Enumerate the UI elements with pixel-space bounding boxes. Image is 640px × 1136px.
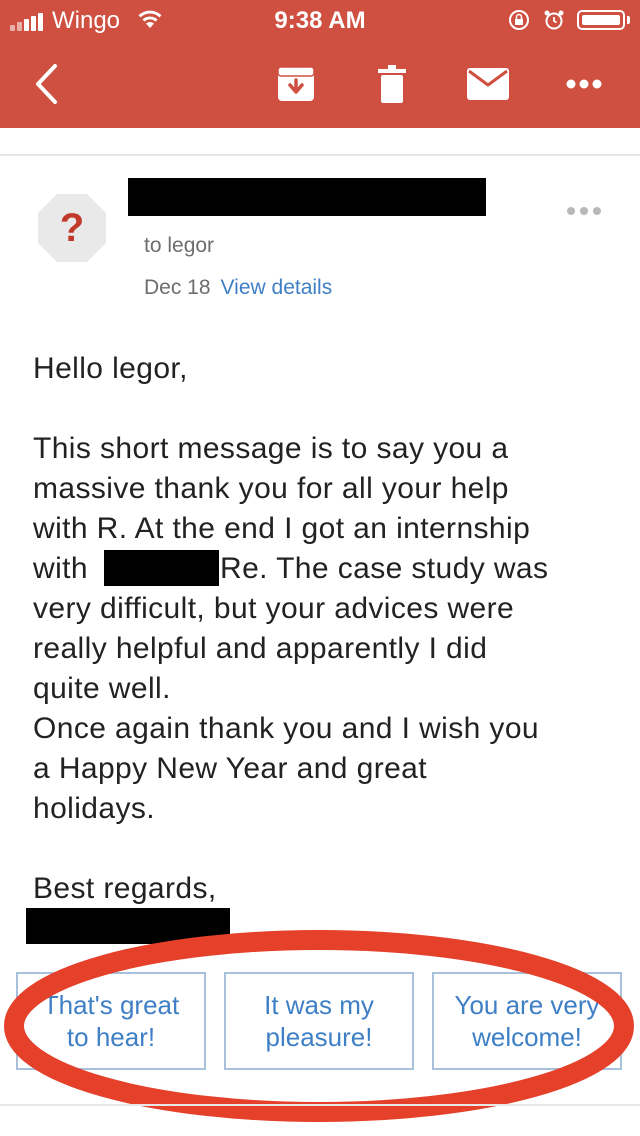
email-body-line: a Happy New Year and great (33, 752, 427, 785)
message-options-icon[interactable] (566, 204, 602, 218)
mail-icon (467, 68, 509, 100)
smart-reply-label: That's great to hear! (43, 989, 179, 1053)
svg-text:?: ? (60, 206, 84, 250)
smart-reply-line: That's great (42, 990, 180, 1020)
trash-icon (378, 65, 406, 103)
battery-tip (627, 16, 630, 24)
section-divider (0, 1104, 640, 1106)
status-bar: Wingo 9:38 AM (0, 0, 640, 40)
email-body-line: very difficult, but your advices were (33, 592, 515, 625)
alarm-icon (544, 10, 564, 30)
email-body-line: quite well. (33, 672, 171, 705)
archive-icon (277, 66, 315, 101)
orientation-lock-icon (509, 10, 529, 30)
archive-button[interactable] (274, 64, 318, 104)
section-divider (0, 154, 640, 156)
more-icon (566, 79, 602, 89)
email-body-line: with R. At the end I got an internship (33, 512, 531, 545)
message-date-row: Dec 18 View details (144, 276, 332, 300)
delete-button[interactable] (372, 64, 412, 104)
more-options-button[interactable] (562, 64, 606, 104)
smart-reply-button[interactable]: You are very welcome! (432, 972, 622, 1070)
email-body-line: Re. The case study was (220, 552, 549, 585)
smart-reply-button[interactable]: That's great to hear! (16, 972, 206, 1070)
email-greeting: Hello legor, (33, 352, 188, 385)
message-date: Dec 18 (144, 276, 211, 299)
smart-reply-button[interactable]: It was my pleasure! (224, 972, 414, 1070)
email-body-line: This short message is to say you a (33, 432, 509, 465)
email-body-line: massive thank you for all your help (33, 472, 509, 505)
smart-reply-line: pleasure! (265, 1022, 373, 1052)
unknown-sender-avatar-icon: ? (38, 194, 106, 262)
email-body-line: holidays. (33, 792, 156, 825)
smart-reply-line: It was my (264, 990, 374, 1020)
view-details-link[interactable]: View details (221, 276, 333, 299)
smart-reply-label: You are very welcome! (454, 989, 599, 1053)
redacted-signature (26, 908, 230, 944)
recipient-line: to legor (144, 234, 215, 257)
email-body-line: with (33, 552, 88, 585)
email-signoff: Best regards, (33, 872, 217, 905)
back-arrow-icon (36, 64, 57, 104)
mark-unread-button[interactable] (466, 64, 510, 104)
email-body-line: really helpful and apparently I did (33, 632, 488, 665)
battery-icon (577, 10, 625, 30)
email-body-line: Once again thank you and I wish you (33, 712, 539, 745)
back-button[interactable] (28, 64, 64, 104)
redacted-sender-name (128, 178, 486, 216)
smart-reply-line: You are very (454, 990, 600, 1020)
smart-reply-label: It was my pleasure! (264, 989, 374, 1053)
smart-reply-line: welcome! (472, 1022, 582, 1052)
smart-reply-line: to hear! (66, 1022, 156, 1052)
redacted-company-name (104, 550, 219, 586)
app-header: Wingo 9:38 AM (0, 0, 640, 128)
